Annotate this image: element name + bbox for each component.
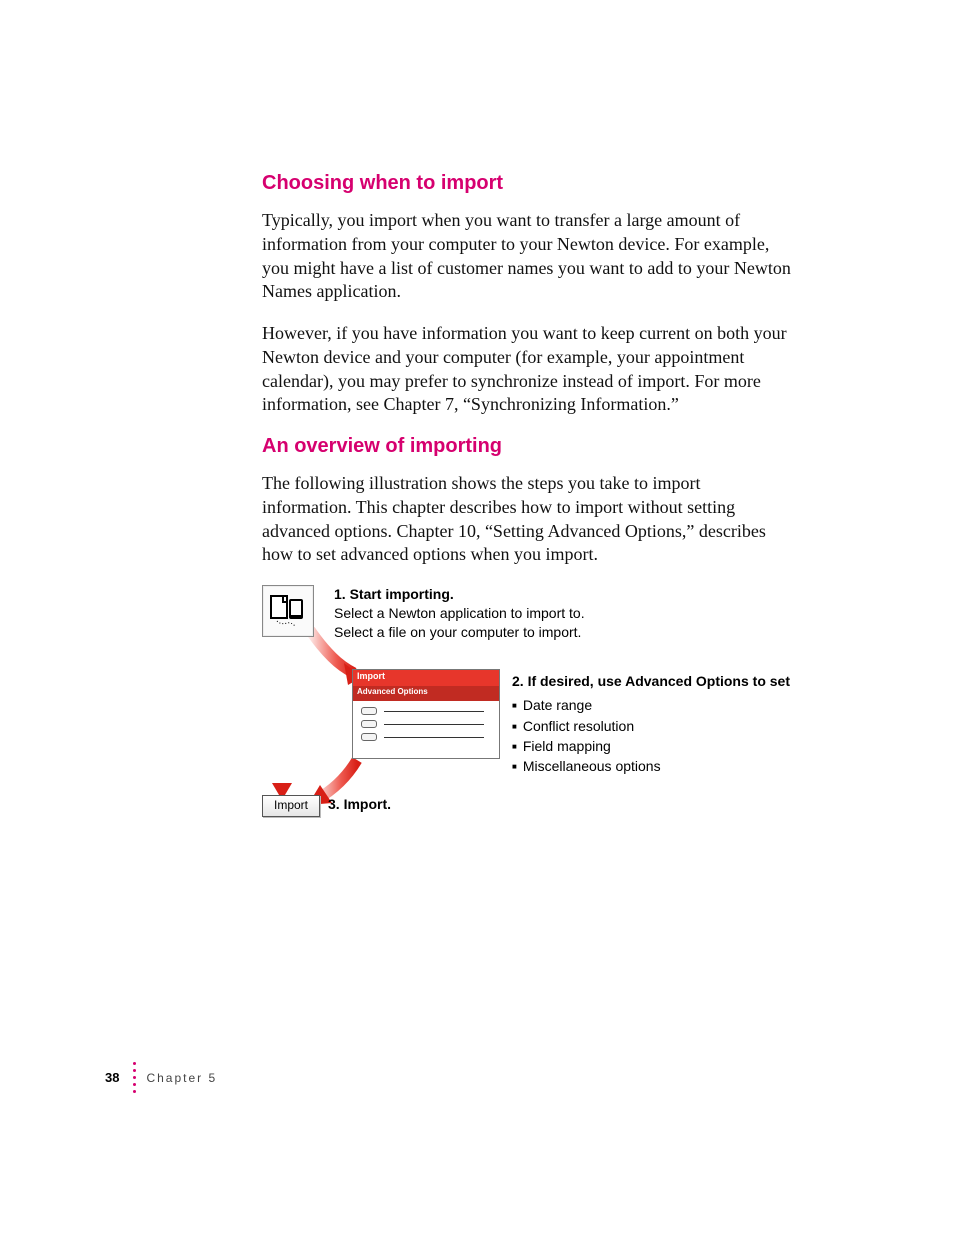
advanced-options-box: Import Advanced Options	[352, 669, 500, 759]
step-1-title: 1. Start importing.	[334, 586, 454, 602]
options-box-title: Import	[353, 670, 499, 686]
page-number: 38	[105, 1070, 119, 1085]
section-heading-overview: An overview of importing	[262, 435, 792, 458]
chapter-label: Chapter 5	[146, 1071, 217, 1085]
import-button[interactable]: Import	[262, 795, 320, 817]
page-footer: 38 Chapter 5	[105, 1060, 217, 1095]
step-1-line: Select a file on your computer to import…	[334, 624, 581, 640]
step-1-line: Select a Newton application to import to…	[334, 605, 585, 621]
body-paragraph: However, if you have information you wan…	[262, 322, 792, 417]
options-box-subtitle: Advanced Options	[353, 686, 499, 701]
body-paragraph: Typically, you import when you want to t…	[262, 209, 792, 304]
step-1-text: 1. Start importing. Select a Newton appl…	[334, 585, 585, 642]
step-2-item: Conflict resolution	[512, 716, 790, 736]
step-3-text: 3. Import.	[328, 796, 391, 812]
step-2-text: 2. If desired, use Advanced Options to s…	[512, 671, 790, 776]
body-paragraph: The following illustration shows the ste…	[262, 472, 792, 567]
document-device-icon	[262, 585, 314, 637]
step-2-item: Date range	[512, 695, 790, 715]
step-2-item: Field mapping	[512, 736, 790, 756]
step-2-title: 2. If desired, use Advanced Options to s…	[512, 673, 790, 689]
import-diagram: 1. Start importing. Select a Newton appl…	[262, 585, 802, 845]
step-2-item: Miscellaneous options	[512, 756, 790, 776]
section-heading-choosing: Choosing when to import	[262, 172, 792, 195]
footer-dots-icon	[133, 1060, 136, 1095]
